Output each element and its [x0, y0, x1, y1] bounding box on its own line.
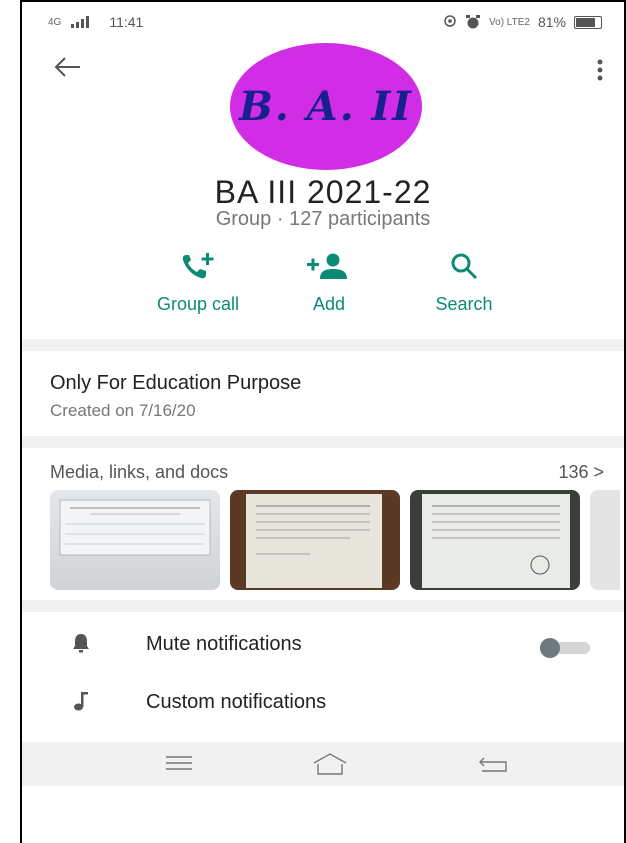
status-right: Vo) LTE2 81%	[443, 14, 602, 30]
search-label: Search	[435, 294, 493, 314]
more-options-icon[interactable]	[596, 58, 604, 82]
media-thumbnail[interactable]	[590, 490, 620, 590]
media-thumbnail[interactable]	[230, 490, 400, 590]
bell-icon	[73, 634, 89, 653]
search-button[interactable]: Search	[394, 248, 534, 315]
custom-notifications-row[interactable]: Custom notifications	[22, 682, 624, 722]
search-icon	[451, 253, 478, 280]
navigation-bar	[22, 742, 624, 786]
add-person-icon	[307, 253, 347, 279]
group-call-label: Group call	[156, 294, 240, 314]
status-left: 4G 11:41	[48, 14, 143, 30]
phone-add-icon	[182, 253, 214, 279]
group-call-button[interactable]: Group call	[128, 248, 268, 315]
section-divider	[22, 436, 624, 448]
home-icon[interactable]	[312, 752, 348, 776]
mute-notifications-label: Mute notifications	[146, 633, 302, 655]
media-header[interactable]: Media, links, and docs	[50, 462, 228, 483]
battery-icon	[574, 15, 602, 29]
group-title: BA III 2021-22	[214, 174, 432, 210]
custom-notifications-label: Custom notifications	[146, 691, 327, 713]
group-subtitle: Group · 127 participants	[215, 208, 431, 230]
section-divider	[22, 339, 624, 351]
add-button[interactable]: Add	[259, 248, 399, 315]
battery-percent: 81%	[537, 14, 566, 30]
alarm-icon	[466, 15, 481, 29]
location-icon	[444, 15, 456, 27]
add-label: Add	[312, 294, 346, 314]
back-nav-icon[interactable]	[478, 752, 510, 774]
notice-preview	[422, 494, 570, 588]
media-thumbnail[interactable]	[50, 490, 220, 590]
status-time: 11:41	[109, 14, 144, 30]
network-type: 4G	[48, 16, 62, 28]
section-divider	[22, 600, 624, 612]
mute-notifications-row[interactable]: Mute notifications	[22, 624, 624, 664]
signal-icon	[71, 16, 90, 28]
avatar-text: B. A. II	[239, 83, 413, 130]
screen-frame: 4G 11:41 Vo) LTE2 81% B. A. II BA III 20…	[20, 0, 626, 843]
created-date: Created on 7/16/20	[50, 401, 196, 420]
group-avatar[interactable]: B. A. II	[230, 43, 422, 170]
document-preview	[59, 499, 211, 556]
status-bar: 4G 11:41 Vo) LTE2 81%	[22, 2, 624, 44]
media-thumbnails	[50, 490, 620, 590]
notice-preview	[246, 494, 382, 588]
mute-toggle[interactable]	[536, 638, 592, 658]
media-count[interactable]: 136 >	[558, 462, 604, 483]
menu-icon[interactable]	[164, 752, 194, 774]
lte-indicator: Vo) LTE2	[489, 16, 530, 28]
music-note-icon	[74, 692, 88, 711]
group-description[interactable]: Only For Education Purpose	[50, 372, 301, 395]
media-thumbnail[interactable]	[410, 490, 580, 590]
back-arrow-icon[interactable]	[52, 54, 82, 80]
